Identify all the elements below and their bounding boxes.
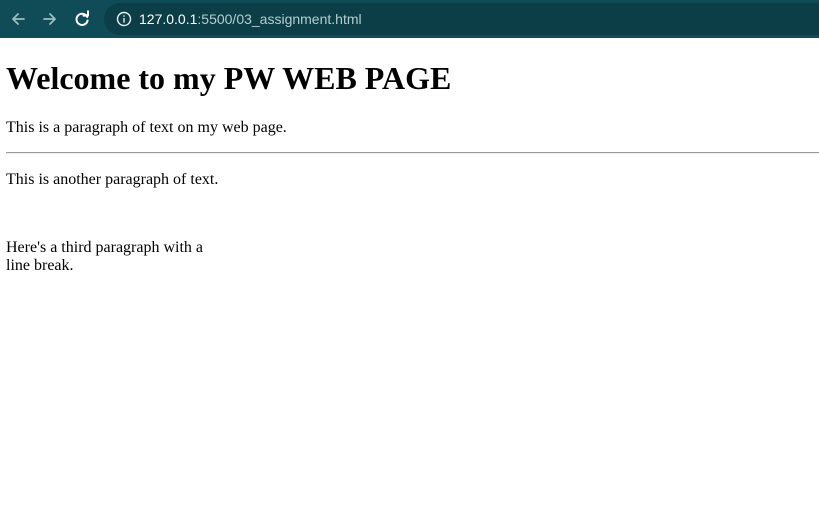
url-path: :5500/03_assignment.html <box>197 11 362 27</box>
address-bar[interactable]: 127.0.0.1:5500/03_assignment.html <box>104 3 819 35</box>
paragraph-3: Here's a third paragraph with a line brea… <box>6 239 226 275</box>
url-host: 127.0.0.1 <box>139 11 198 27</box>
paragraph-2: This is another paragraph of text. <box>6 171 219 188</box>
forward-button[interactable] <box>36 5 64 33</box>
web-page-content: Welcome to my PW WEB PAGE This is a para… <box>0 38 819 512</box>
arrow-right-icon <box>43 13 56 25</box>
arrow-left-icon <box>12 13 25 25</box>
page-heading: Welcome to my PW WEB PAGE <box>6 60 452 96</box>
reload-icon <box>75 10 89 26</box>
url-text[interactable]: 127.0.0.1:5500/03_assignment.html <box>139 11 362 27</box>
browser-toolbar: 127.0.0.1:5500/03_assignment.html <box>0 0 819 38</box>
horizontal-rule <box>6 152 819 154</box>
paragraph-3-line-1: Here's a third paragraph with a <box>6 239 204 256</box>
paragraph-3-line-2: line break. <box>6 257 74 274</box>
paragraph-1: This is a paragraph of text on my web pa… <box>6 119 287 136</box>
back-button[interactable] <box>4 5 32 33</box>
reload-button[interactable] <box>68 5 96 33</box>
info-icon[interactable] <box>116 11 132 27</box>
